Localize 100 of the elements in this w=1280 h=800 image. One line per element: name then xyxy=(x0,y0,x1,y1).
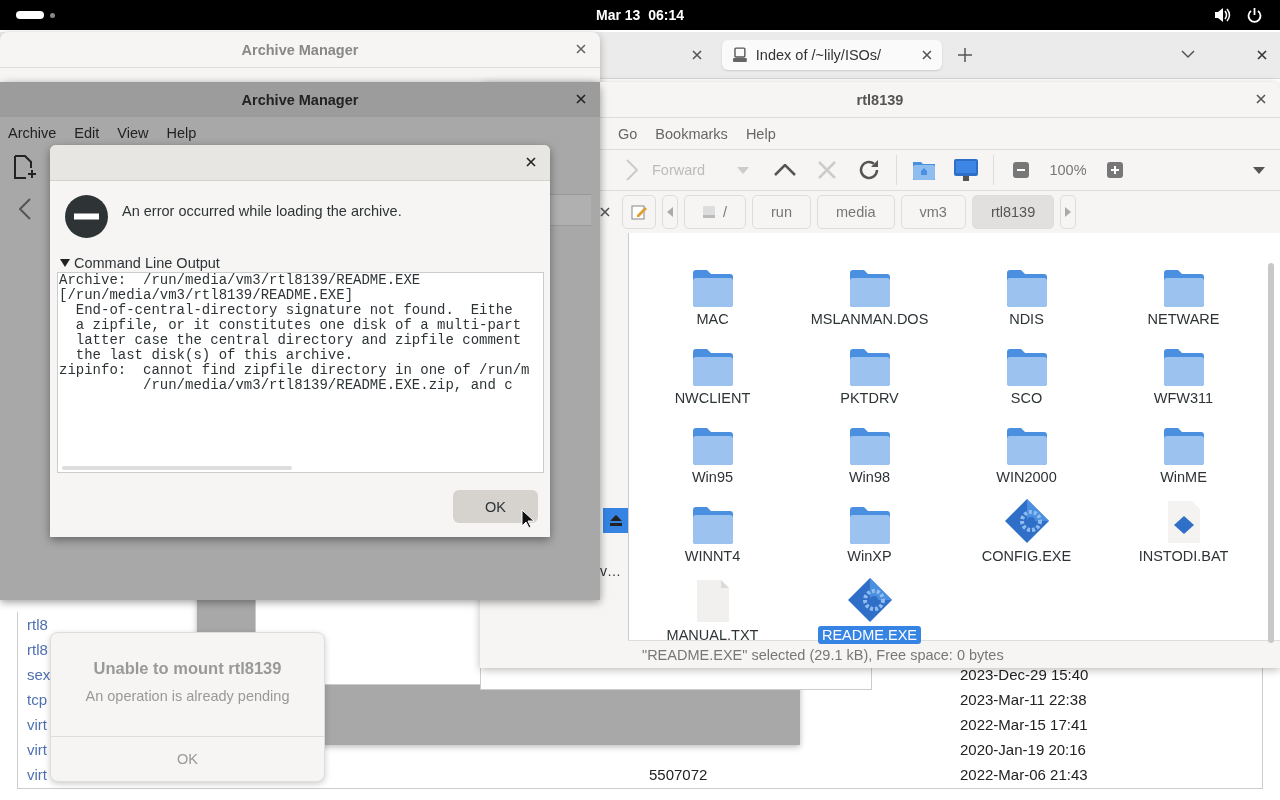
folder-icon xyxy=(849,506,890,544)
menu-item[interactable]: Archive xyxy=(8,124,57,141)
folder-icon xyxy=(1163,427,1204,465)
close-icon[interactable] xyxy=(1257,50,1267,60)
mouse-cursor-icon xyxy=(521,509,535,529)
file-date: 2020-Jan-19 20:16 xyxy=(960,741,1086,758)
close-icon[interactable] xyxy=(692,50,702,60)
folder-icon xyxy=(692,506,733,544)
chevron-down-icon[interactable] xyxy=(1181,50,1195,59)
file-link[interactable]: tcp xyxy=(27,691,47,708)
up-icon[interactable] xyxy=(774,164,796,176)
file-name[interactable]: NDIS xyxy=(1005,310,1048,328)
workspace-dot[interactable] xyxy=(50,13,55,18)
command-output: Archive: /run/media/vm3/rtl8139/README.EXE [/run/media/vm3/rtl8139/README.EXE] End-of-central-directory signature not found. Eithe a zipfile, or it constitutes one disk of a multi-part latter case the central directory and zipfile comment the last disk(s) of this archive. zipinfo: cannot find zipfile directory in one of /run/m /run/media/vm3/rtl8139/README.EXE.zip, and c xyxy=(58,273,531,393)
ok-button[interactable]: OK xyxy=(453,490,538,523)
file-name[interactable]: MAC xyxy=(692,310,733,328)
file-date: 2023-Mar-11 22:38 xyxy=(960,691,1087,708)
path-button[interactable]: vm3 xyxy=(900,195,966,229)
file-name[interactable]: WIN2000 xyxy=(992,468,1061,486)
zoom-out-icon[interactable] xyxy=(1013,162,1029,178)
file-name[interactable]: CONFIG.EXE xyxy=(977,547,1076,565)
file-name[interactable]: PKTDRV xyxy=(836,389,903,407)
folder-icon xyxy=(692,348,733,386)
status-bar: "README.EXE" selected (29.1 kB), Free space: 0 bytes xyxy=(628,640,1280,668)
zoom-in-icon[interactable] xyxy=(1107,162,1123,178)
path-button[interactable]: media xyxy=(817,195,895,229)
home-folder-icon[interactable] xyxy=(913,160,935,180)
file-name[interactable]: NETWARE xyxy=(1143,310,1224,328)
workspace-indicator[interactable] xyxy=(16,11,44,19)
clock[interactable]: Mar 13 06:14 xyxy=(596,7,684,23)
pencil-icon xyxy=(631,204,647,220)
file-name[interactable]: WINNT4 xyxy=(680,547,745,565)
window-title: Archive Manager xyxy=(241,91,359,108)
computer-icon[interactable] xyxy=(954,159,978,181)
file-date: 2022-Mar-15 17:41 xyxy=(960,716,1088,733)
eject-button[interactable] xyxy=(603,508,628,533)
file-name[interactable]: MSLANMAN.DOS xyxy=(806,310,933,328)
close-icon[interactable] xyxy=(526,157,536,167)
folder-icon xyxy=(1006,269,1047,307)
menu-item[interactable]: Help xyxy=(745,125,776,142)
error-message: An error occurred while loading the archive. xyxy=(122,202,402,219)
window-title: Archive Manager xyxy=(241,41,359,58)
file-date: 2023-Dec-29 15:40 xyxy=(960,666,1089,683)
path-button[interactable]: rtl8139 xyxy=(971,195,1055,229)
script-file-icon xyxy=(1166,500,1201,544)
menu-item[interactable]: Bookmarks xyxy=(655,125,728,142)
scrollbar[interactable] xyxy=(1268,263,1274,643)
menu-item[interactable]: View xyxy=(117,124,149,141)
gear-diamond-icon xyxy=(846,577,893,623)
scrollbar[interactable] xyxy=(62,466,292,470)
browser-tab[interactable]: Index of /~lily/ISOs/ xyxy=(722,40,942,70)
menu-item[interactable]: Help xyxy=(166,124,197,141)
file-name[interactable]: NWCLIENT xyxy=(670,389,755,407)
file-name[interactable]: Win95 xyxy=(687,468,738,486)
sidebar-item[interactable]: v… xyxy=(600,563,621,579)
close-icon[interactable] xyxy=(576,94,586,104)
menu-item[interactable]: Go xyxy=(618,125,638,142)
path-button[interactable]: run xyxy=(752,195,811,229)
expander-arrow-icon xyxy=(60,259,70,267)
window-title: rtl8139 xyxy=(856,91,904,108)
folder-icon xyxy=(849,427,890,465)
drive-icon xyxy=(703,206,715,218)
back-icon[interactable] xyxy=(19,198,31,220)
folder-icon xyxy=(1006,427,1047,465)
reload-icon[interactable] xyxy=(857,158,881,182)
expander[interactable]: Command Line Output xyxy=(60,254,550,272)
gear-diamond-icon xyxy=(1003,498,1050,544)
file-link[interactable]: virt xyxy=(27,741,47,758)
dropdown-icon[interactable] xyxy=(1253,166,1265,174)
zoom-level: 100% xyxy=(1048,162,1088,178)
file-link[interactable]: rtl8 xyxy=(27,616,48,633)
error-icon xyxy=(65,195,108,238)
eject-icon xyxy=(609,515,622,526)
file-name[interactable]: WinME xyxy=(1156,468,1211,486)
file-name[interactable]: WinXP xyxy=(843,547,896,565)
new-archive-icon[interactable] xyxy=(13,154,37,180)
path-button[interactable]: / xyxy=(684,195,747,229)
file-link[interactable]: rtl8 xyxy=(27,641,48,658)
file-size: 5507072 xyxy=(649,766,708,783)
power-icon[interactable] xyxy=(1247,7,1262,23)
close-icon[interactable] xyxy=(1256,94,1266,104)
file-link[interactable]: virt xyxy=(27,716,47,733)
new-tab-icon[interactable] xyxy=(958,48,972,62)
file-link[interactable]: sex xyxy=(27,666,51,683)
menu-item[interactable]: Edit xyxy=(74,124,100,141)
volume-icon[interactable] xyxy=(1214,7,1231,23)
file-name[interactable]: WFW311 xyxy=(1149,389,1218,407)
folder-icon xyxy=(1163,269,1204,307)
file-name[interactable]: INSTODI.BAT xyxy=(1134,547,1233,565)
text-file-icon xyxy=(695,579,730,623)
file-name[interactable]: Win98 xyxy=(844,468,895,486)
close-icon[interactable] xyxy=(600,207,610,217)
file-link[interactable]: virt xyxy=(27,766,47,783)
folder-icon xyxy=(849,269,890,307)
folder-icon xyxy=(692,427,733,465)
file-name[interactable]: README.EXE xyxy=(817,626,922,644)
folder-icon xyxy=(1006,348,1047,386)
close-icon[interactable] xyxy=(922,50,932,60)
file-name[interactable]: SCO xyxy=(1006,389,1047,407)
folder-icon xyxy=(1163,348,1204,386)
